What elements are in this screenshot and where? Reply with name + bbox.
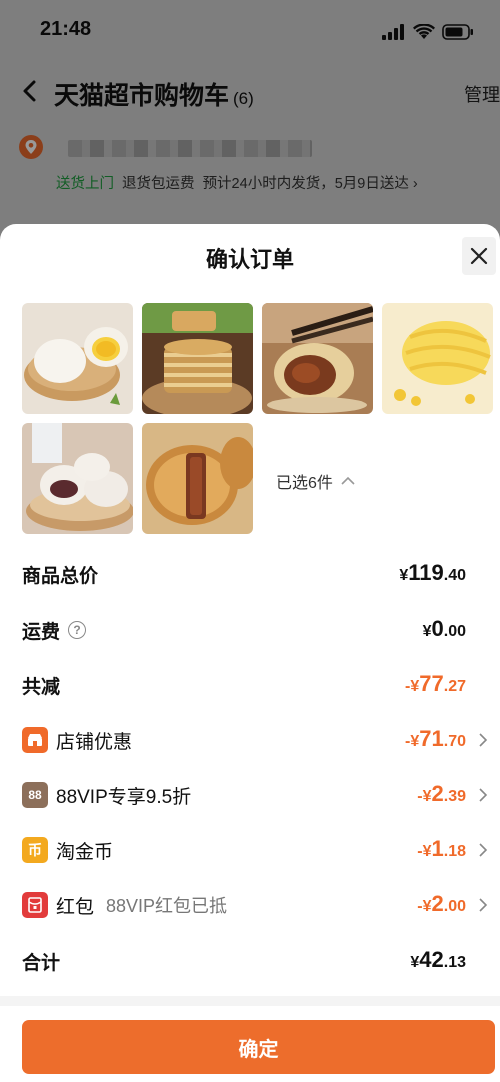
red-bean-bun-image — [22, 423, 133, 534]
confirm-order-sheet: 确认订单 已选6件 商品总价 ¥119.40 运费 ? ¥0.00 共减 -¥7… — [0, 224, 500, 1082]
product-thumb[interactable] — [22, 303, 133, 414]
product-thumb[interactable] — [142, 303, 253, 414]
sheet-title: 确认订单 — [205, 247, 294, 272]
chevron-up-icon — [341, 476, 355, 485]
store-discount-label-wrap: 店铺优惠 — [22, 727, 132, 754]
red-packet-icon — [22, 892, 48, 918]
red-packet-note: 88VIP红包已抵 — [106, 896, 228, 916]
custard-bun-image — [22, 303, 133, 414]
goods-total-row: 商品总价 ¥119.40 — [22, 554, 482, 594]
coins-label-wrap: 币 淘金币 — [22, 837, 113, 864]
divider — [0, 996, 500, 1006]
vip-discount-label: 88VIP专享9.5折 — [56, 786, 192, 808]
chevron-right-icon — [479, 788, 488, 802]
close-icon — [470, 247, 488, 265]
red-packet-label: 红包 — [56, 896, 95, 918]
coins-label: 淘金币 — [56, 841, 114, 863]
selected-count-label: 已选6件 — [276, 475, 333, 492]
shipping-row: 运费 ? ¥0.00 — [22, 610, 482, 650]
meat-dumpling-image — [262, 303, 373, 414]
grand-total-amount: ¥42.13 — [410, 947, 466, 972]
grand-total-label: 合计 — [22, 952, 61, 974]
chevron-right-icon — [479, 843, 488, 857]
vip-discount-row[interactable]: 88 88VIP专享9.5折 -¥2.39 — [22, 775, 488, 815]
goods-total-amount: ¥119.40 — [399, 560, 466, 585]
chevron-right-icon — [479, 733, 488, 747]
store-discount-row[interactable]: 店铺优惠 -¥71.70 — [22, 720, 488, 760]
red-packet-row[interactable]: 红包 88VIP红包已抵 -¥2.00 — [22, 885, 488, 925]
layered-pancake-image — [142, 303, 253, 414]
vip-88-icon: 88 — [22, 782, 48, 808]
shipping-amount: ¥0.00 — [422, 616, 466, 641]
vip-discount-label-wrap: 88 88VIP专享9.5折 — [22, 782, 191, 809]
confirm-button[interactable]: 确定 — [22, 1020, 495, 1074]
red-packet-label-wrap: 红包 88VIP红包已抵 — [22, 892, 227, 919]
total-reduction-label: 共减 — [22, 676, 61, 698]
corn-bun-image — [382, 303, 493, 414]
meat-pie-image — [142, 423, 253, 534]
coins-amount: -¥1.18 — [417, 836, 466, 861]
chevron-right-icon — [479, 898, 488, 912]
shipping-label: 运费 — [22, 621, 61, 643]
coins-row[interactable]: 币 淘金币 -¥1.18 — [22, 830, 488, 870]
selected-count-toggle[interactable]: 已选6件 — [276, 469, 355, 493]
store-discount-amount: -¥71.70 — [405, 726, 466, 751]
shop-icon — [22, 727, 48, 753]
goods-total-label: 商品总价 — [22, 565, 99, 587]
shipping-label-wrap: 运费 ? — [22, 617, 87, 644]
red-packet-amount: -¥2.00 — [417, 891, 466, 916]
product-thumb[interactable] — [142, 423, 253, 534]
help-icon[interactable]: ? — [68, 621, 87, 639]
product-thumb[interactable] — [262, 303, 373, 414]
coin-icon: 币 — [22, 837, 48, 863]
total-reduction-amount: -¥77.27 — [405, 671, 466, 696]
product-thumb[interactable] — [22, 423, 133, 534]
grand-total-row: 合计 ¥42.13 — [22, 941, 482, 981]
store-discount-label: 店铺优惠 — [56, 731, 133, 753]
total-reduction-row: 共减 -¥77.27 — [22, 665, 482, 705]
close-button[interactable] — [462, 237, 496, 275]
vip-discount-amount: -¥2.39 — [417, 781, 466, 806]
product-thumb[interactable] — [382, 303, 493, 414]
